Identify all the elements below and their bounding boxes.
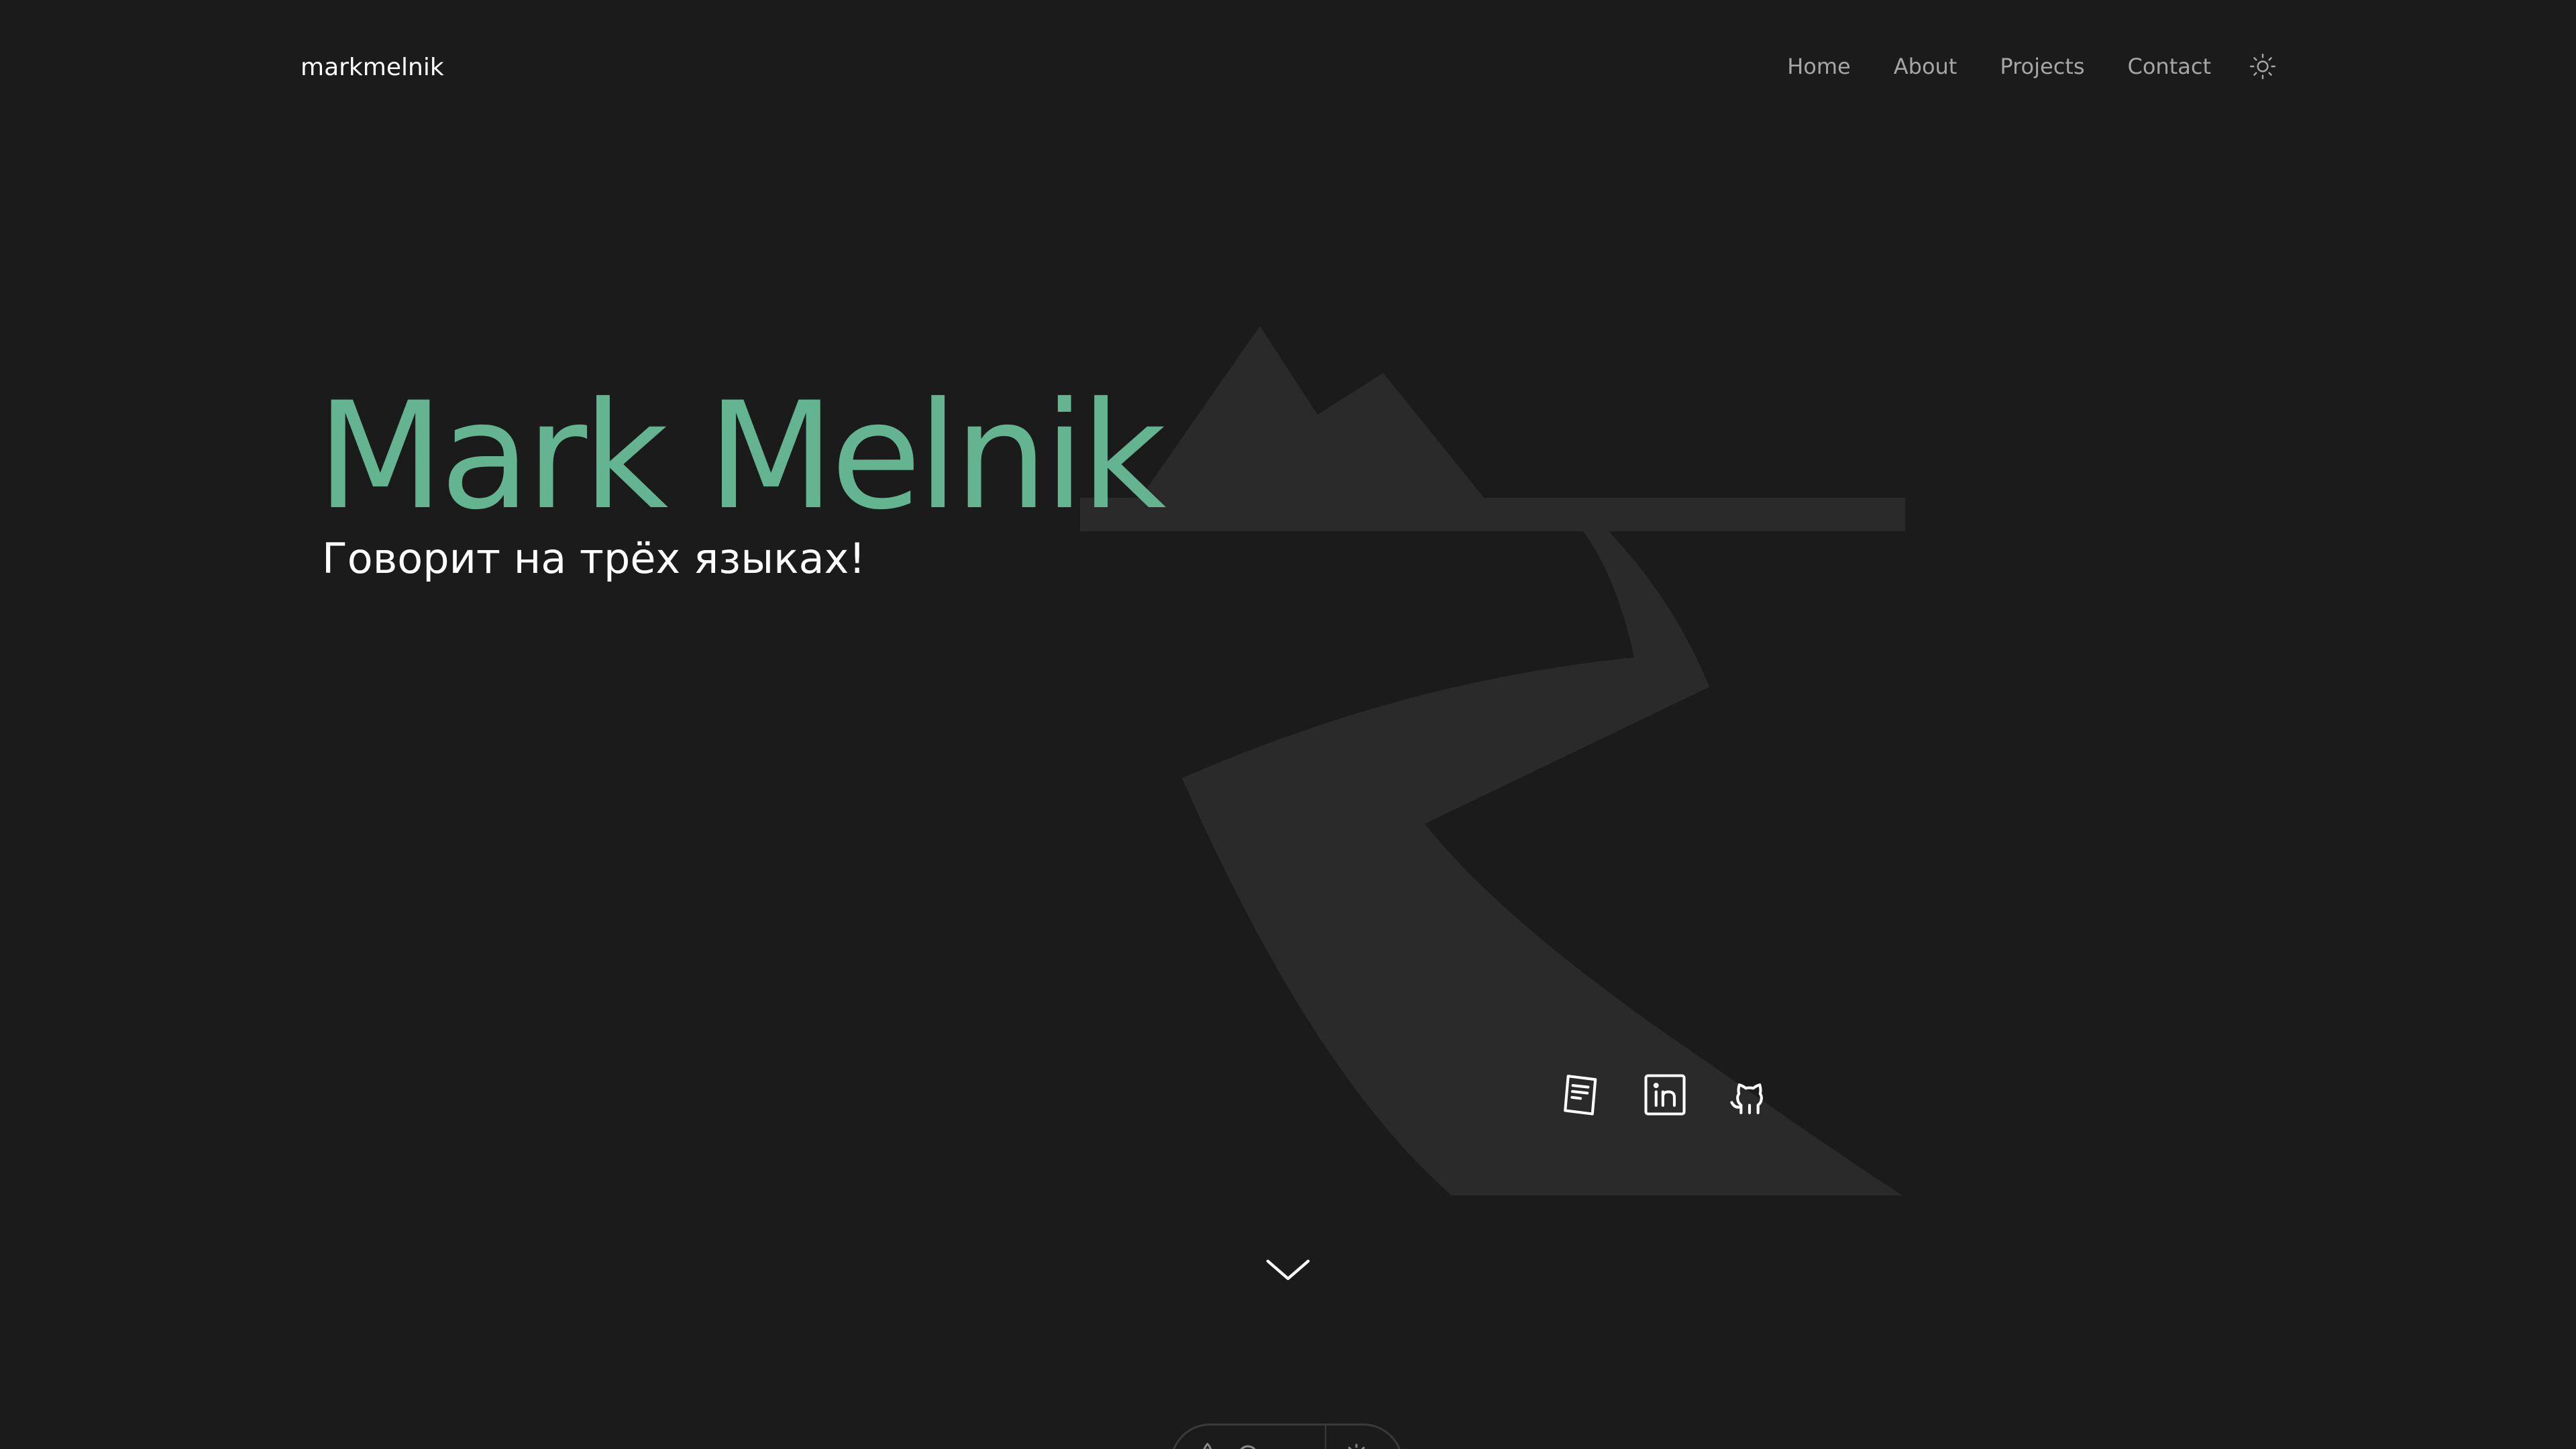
- menu-lines-icon: [1279, 1440, 1308, 1449]
- resume-link[interactable]: [1555, 1069, 1606, 1120]
- rocket-icon: [1203, 1442, 1212, 1449]
- dock-item-shapes[interactable]: [1234, 1440, 1267, 1449]
- mountain-road-illustration: [1080, 326, 1905, 1195]
- dock-divider: [1324, 1426, 1327, 1449]
- mountain-shape: [1140, 326, 1484, 498]
- dock-item-settings[interactable]: [1340, 1440, 1373, 1449]
- shapes-icon: [1240, 1445, 1256, 1449]
- gear-icon: [1348, 1444, 1365, 1449]
- road-shape: [1182, 531, 1902, 1195]
- social-links: [1555, 1069, 1775, 1120]
- hero-name: Mark Melnik: [317, 370, 1167, 542]
- dock-item-rocket[interactable]: [1191, 1440, 1224, 1449]
- hero-tagline: Говорит на трёх языках!: [322, 534, 866, 583]
- github-link[interactable]: [1724, 1069, 1775, 1120]
- horizon-bar: [1080, 498, 1905, 531]
- sun-icon: [2249, 53, 2276, 80]
- github-icon: [1730, 1083, 1763, 1114]
- page: markmelnik Home About Projects Contact M…: [0, 0, 2576, 1449]
- nav-about[interactable]: About: [1894, 54, 1957, 79]
- theme-toggle-button[interactable]: [2249, 52, 2277, 80]
- scroll-down-button[interactable]: [1265, 1256, 1311, 1285]
- bottom-dock: [1170, 1424, 1403, 1449]
- site-logo[interactable]: markmelnik: [301, 54, 444, 81]
- dock-item-menu[interactable]: [1277, 1440, 1310, 1449]
- main-nav: Home About Projects Contact: [1787, 52, 2277, 80]
- resume-document-icon: [1564, 1075, 1597, 1116]
- nav-contact[interactable]: Contact: [2128, 54, 2212, 79]
- nav-projects[interactable]: Projects: [2000, 54, 2084, 79]
- chevron-down-icon: [1266, 1259, 1310, 1281]
- linkedin-icon: [1644, 1074, 1686, 1116]
- nav-home[interactable]: Home: [1787, 54, 1851, 79]
- linkedin-link[interactable]: [1640, 1069, 1690, 1120]
